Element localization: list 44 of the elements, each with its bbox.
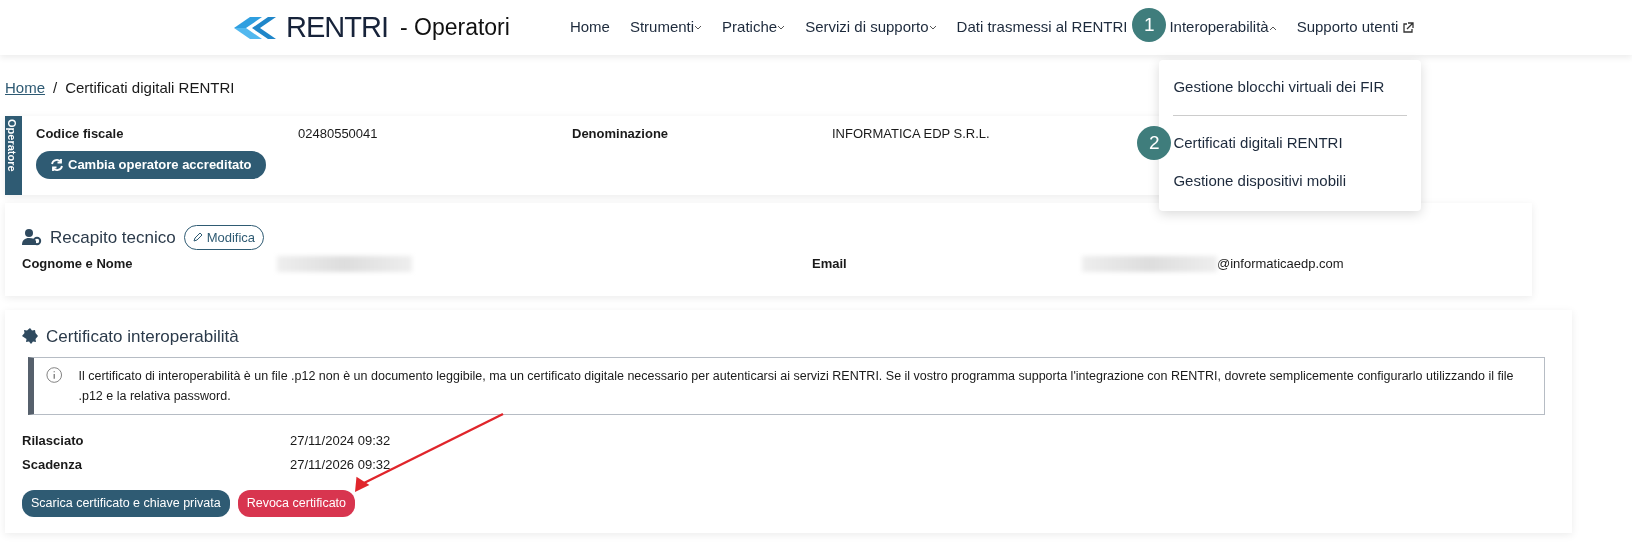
external-link-icon: [1402, 21, 1415, 34]
field-label: Denominazione: [572, 124, 670, 143]
field-value: 27/11/2026 09:32: [290, 455, 391, 474]
info-text: Il certificato di interoperabilità è un file .p12 non è un documento leggibile, ma un certificato digitale necessario per autenticarsi ai servizi RENTRI. Se il vostro programma supporta l'integrazione con RENTRI, dovrete semplicemente configurarlo utilizzando il file .p12 e la relativa password.: [78, 368, 1515, 405]
nav-link[interactable]: Strumenti: [629, 16, 703, 39]
field-label: Codice fiscale: [36, 124, 125, 143]
logo-text: RENTRI: [286, 9, 388, 45]
section-title: Recapito tecnico: [50, 226, 176, 249]
field-label: Scadenza: [22, 455, 83, 474]
nav-link[interactable]: Supporto utenti: [1296, 16, 1415, 39]
field-label: Cognome e Nome: [22, 255, 134, 273]
dropdown-item[interactable]: Certificati digitali RENTRI: [1173, 123, 1408, 163]
breadcrumb-current: Certificati digitali RENTRI: [65, 78, 235, 98]
breadcrumb-separator: /: [53, 78, 58, 98]
refresh-icon: [50, 157, 64, 172]
nav-link[interactable]: Interoperabilità: [1169, 16, 1277, 39]
seal-icon: [22, 328, 38, 345]
caret-icon: [1268, 24, 1277, 31]
nav-link[interactable]: Home: [569, 16, 610, 39]
app-subtitle: - Operatori: [399, 13, 510, 43]
nav-link[interactable]: Dati trasmessi al RENTRI: [956, 16, 1128, 39]
dropdown-item[interactable]: Gestione blocchi virtuali dei FIR: [1173, 68, 1408, 107]
caret-icon: [928, 24, 937, 31]
user-settings-icon: [22, 228, 42, 247]
edit-button[interactable]: Modifica: [183, 224, 265, 250]
dropdown-item[interactable]: Gestione dispositivi mobili: [1173, 162, 1408, 201]
breadcrumb-link[interactable]: Home: [5, 77, 45, 100]
info-icon: [46, 366, 63, 384]
download-button[interactable]: Scarica certificato e chiave privata: [22, 490, 230, 517]
section-title: Certificato interoperabilità: [46, 325, 239, 348]
change-operator-button[interactable]: Cambia operatore accreditato: [36, 151, 266, 179]
nav-link[interactable]: Servizi di supporto: [805, 16, 937, 39]
pencil-icon: [192, 232, 203, 243]
nav-link[interactable]: Pratiche: [722, 16, 786, 39]
field-value: INFORMATICA EDP S.R.L.: [832, 124, 991, 143]
caret-icon: [694, 24, 703, 31]
field-label: Rilasciato: [22, 432, 85, 450]
revoke-button[interactable]: Revoca certificato: [237, 490, 356, 517]
field-value: 02480550041: [298, 124, 379, 143]
field-value: 27/11/2024 09:32: [290, 432, 391, 450]
field-label: Email: [812, 255, 848, 273]
field-value: @informaticaedp.com: [1217, 255, 1344, 273]
step-marker: 1: [1132, 8, 1167, 43]
caret-icon: [777, 24, 786, 31]
